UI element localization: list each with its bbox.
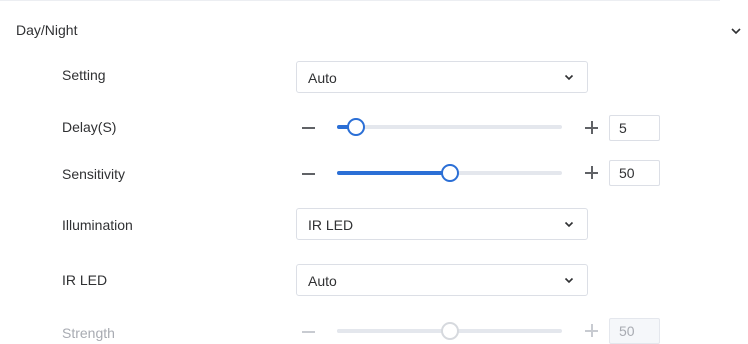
chevron-down-icon (564, 277, 574, 284)
setting-select-value: Auto (308, 70, 337, 86)
section-divider (0, 0, 720, 1)
setting-select[interactable]: Auto (296, 61, 588, 93)
sensitivity-plus-icon[interactable] (585, 166, 598, 179)
strength-input (609, 318, 660, 344)
sensitivity-slider-thumb[interactable] (440, 164, 459, 182)
delay-label: Delay(S) (62, 119, 117, 135)
strength-slider (337, 322, 562, 340)
strength-slider-fill (337, 329, 450, 333)
sensitivity-slider[interactable] (337, 164, 562, 182)
chevron-down-icon (564, 221, 574, 228)
delay-slider[interactable] (337, 118, 562, 136)
illumination-label: Illumination (62, 217, 133, 233)
ir-led-select-value: Auto (308, 273, 337, 289)
chevron-down-icon (564, 74, 574, 81)
delay-minus-icon[interactable] (302, 127, 315, 129)
ir-led-label: IR LED (62, 272, 108, 288)
section-title[interactable]: Day/Night (16, 22, 77, 38)
strength-slider-thumb (440, 322, 459, 340)
ir-led-select[interactable]: Auto (296, 264, 588, 296)
strength-minus-icon (302, 331, 315, 333)
illumination-select-value: IR LED (308, 217, 354, 233)
delay-plus-icon[interactable] (585, 121, 598, 134)
sensitivity-input[interactable] (609, 160, 660, 186)
illumination-select[interactable]: IR LED (296, 208, 588, 240)
delay-slider-thumb[interactable] (346, 118, 365, 136)
delay-input[interactable] (609, 115, 660, 141)
strength-plus-icon (585, 324, 598, 337)
setting-label: Setting (62, 67, 106, 83)
sensitivity-label: Sensitivity (62, 166, 126, 182)
chevron-down-icon[interactable] (729, 24, 743, 38)
strength-label: Strength (62, 325, 115, 341)
sensitivity-minus-icon[interactable] (302, 173, 315, 175)
sensitivity-slider-fill (337, 171, 450, 175)
